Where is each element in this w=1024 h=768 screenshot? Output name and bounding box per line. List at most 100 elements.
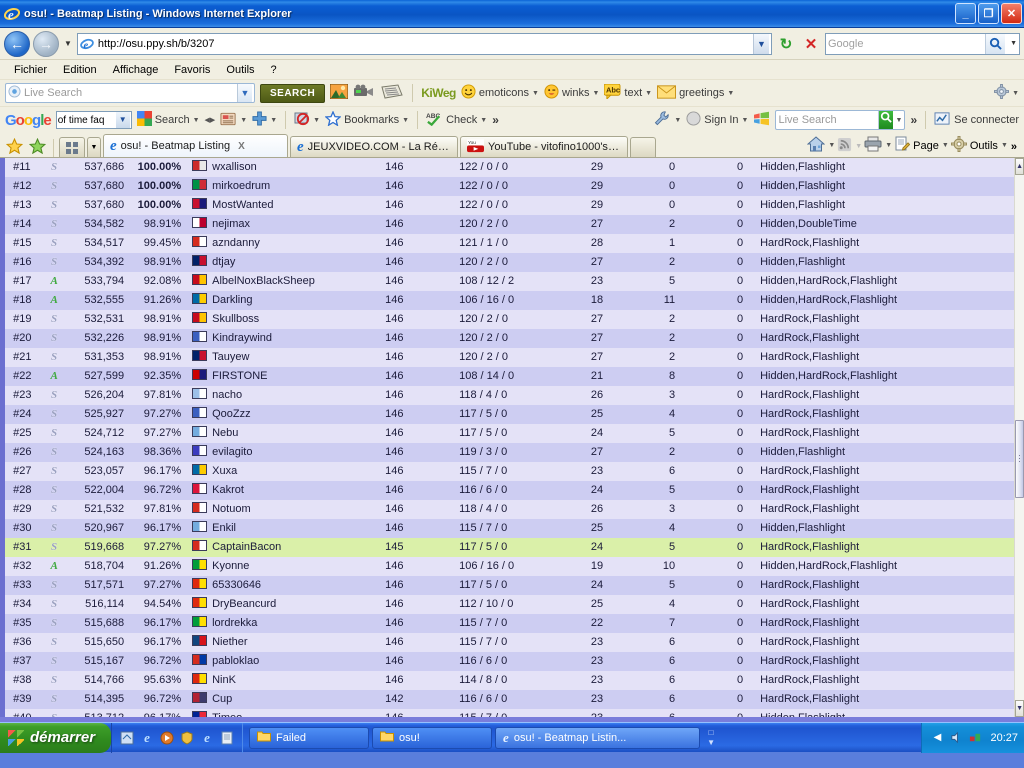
task-button-failed[interactable]: Failed bbox=[249, 726, 370, 749]
table-row[interactable]: #19 S 532,531 98.91% Skullboss 146 120 / 2 / 0… bbox=[5, 310, 1015, 329]
photo-button[interactable] bbox=[329, 83, 349, 102]
page-vertical-scrollbar[interactable]: ▲ ▼ bbox=[1014, 158, 1024, 717]
tools-menu-button[interactable]: Outils ▼ bbox=[950, 136, 1008, 157]
show-desktop-icon[interactable] bbox=[119, 730, 135, 746]
player-name-link[interactable]: Niether bbox=[212, 636, 247, 648]
taskbar-overflow-arrows[interactable]: □ ▼ bbox=[703, 728, 719, 748]
scroll-down-button[interactable]: ▼ bbox=[1015, 700, 1024, 717]
player-name-link[interactable]: CaptainBacon bbox=[212, 541, 281, 553]
minimize-button[interactable]: _ bbox=[955, 3, 976, 24]
scrollbar-track[interactable] bbox=[1015, 175, 1024, 700]
scroll-up-button[interactable]: ▲ bbox=[1015, 158, 1024, 175]
forward-button[interactable]: → bbox=[33, 30, 59, 57]
msn-tools-button[interactable]: ▼ bbox=[654, 111, 681, 129]
chevron-down-icon[interactable]: ▼ bbox=[592, 90, 599, 97]
table-row[interactable]: #39 S 514,395 96.72% Cup 142 116 / 6 / 0 23 6 0 Ha… bbox=[5, 690, 1015, 709]
player-name-link[interactable]: Kyonne bbox=[212, 560, 249, 572]
start-button[interactable]: démarrer bbox=[0, 722, 112, 753]
chevron-down-icon[interactable]: ▼ bbox=[270, 117, 277, 124]
google-bookmarks-button[interactable]: Bookmarks ▼ bbox=[324, 110, 409, 129]
menu-item-affichage[interactable]: Affichage bbox=[105, 63, 167, 77]
google-search-input[interactable]: of time faq ▼ bbox=[55, 111, 132, 129]
player-name-link[interactable]: AlbelNoxBlackSheep bbox=[212, 275, 315, 287]
player-name-link[interactable]: Tauyew bbox=[212, 351, 249, 363]
chevron-down-icon[interactable]: ▼ bbox=[674, 117, 681, 124]
back-button[interactable]: ← bbox=[4, 30, 30, 57]
chevron-down-icon[interactable]: ▼ bbox=[727, 90, 734, 97]
chevron-down-icon[interactable]: ▼ bbox=[828, 142, 835, 149]
tab-jeuxvideo[interactable]: e JEUXVIDEO.COM - La Référe... bbox=[290, 136, 458, 157]
table-row[interactable]: #28 S 522,004 96.72% Kakrot 146 116 / 6 / 0 24 5… bbox=[5, 481, 1015, 500]
table-row[interactable]: #32 A 518,704 91.26% Kyonne 146 106 / 16 / 0 19… bbox=[5, 557, 1015, 576]
print-button[interactable]: ▼ bbox=[864, 136, 892, 157]
notes-icon[interactable] bbox=[219, 730, 235, 746]
tab-osu-beatmap-listing[interactable]: e osu! - Beatmap Listing X bbox=[103, 134, 288, 157]
media-player-icon[interactable] bbox=[159, 730, 175, 746]
player-name-link[interactable]: dtjay bbox=[212, 256, 235, 268]
table-row[interactable]: #14 S 534,582 98.91% nejimax 146 120 / 2 / 0 27… bbox=[5, 215, 1015, 234]
ie-search-input[interactable]: Google ▼ bbox=[825, 32, 1020, 55]
close-icon[interactable]: X bbox=[238, 141, 245, 152]
emoticons-menu[interactable]: emoticons ▼ bbox=[461, 84, 539, 102]
table-row[interactable]: #20 S 532,226 98.91% Kindraywind 146 120 / 2 /… bbox=[5, 329, 1015, 348]
player-name-link[interactable]: Enkil bbox=[212, 522, 236, 534]
ie-icon[interactable]: e bbox=[139, 730, 155, 746]
arrow-left-icon[interactable]: ◀ bbox=[930, 731, 944, 745]
table-row[interactable]: #22 A 527,599 92.35% FIRSTONE 146 108 / 14 / 0… bbox=[5, 367, 1015, 386]
menu-item-fichier[interactable]: Fichier bbox=[6, 63, 55, 77]
player-name-link[interactable]: FIRSTONE bbox=[212, 370, 267, 382]
table-row[interactable]: #13 S 537,680 100.00% MostWanted 146 122 / 0 /… bbox=[5, 196, 1015, 215]
address-input[interactable]: e http://osu.ppy.sh/b/3207 ▼ bbox=[76, 32, 772, 55]
table-row[interactable]: #35 S 515,688 96.17% lordrekka 146 115 / 7 / 0… bbox=[5, 614, 1015, 633]
chevron-down-icon[interactable]: ▼ bbox=[896, 117, 903, 124]
table-row[interactable]: #21 S 531,353 98.91% Tauyew 146 120 / 2 / 0 27 2… bbox=[5, 348, 1015, 367]
table-row[interactable]: #24 S 525,927 97.27% QooZzz 146 117 / 5 / 0 25 4… bbox=[5, 405, 1015, 424]
windows-button[interactable] bbox=[753, 111, 770, 129]
taskbar-clock[interactable]: 20:27 bbox=[987, 732, 1018, 744]
table-row[interactable]: #25 S 524,712 97.27% Nebu 146 117 / 5 / 0 24 5 0 H… bbox=[5, 424, 1015, 443]
add-favorite-button[interactable] bbox=[27, 137, 48, 157]
table-row[interactable]: #33 S 517,571 97.27% 65330646 146 117 / 5 / 02… bbox=[5, 576, 1015, 595]
google-search-dropdown-icon[interactable]: ▼ bbox=[115, 112, 130, 128]
video-button[interactable] bbox=[353, 84, 375, 102]
google-plus-button[interactable]: ▼ bbox=[252, 111, 277, 129]
player-name-link[interactable]: nejimax bbox=[212, 218, 250, 230]
player-name-link[interactable]: azndanny bbox=[212, 237, 260, 249]
table-row[interactable]: #16 S 534,392 98.91% dtjay 146 120 / 2 / 0 27 2 0… bbox=[5, 253, 1015, 272]
player-name-link[interactable]: evilagito bbox=[212, 446, 252, 458]
spellcheck-button[interactable]: ABC Check ▼ bbox=[426, 111, 487, 129]
table-row[interactable]: #38 S 514,766 95.63% NinK 146 114 / 8 / 0 23 6 0 H… bbox=[5, 671, 1015, 690]
google-nav-arrows-icon[interactable]: ◀▶ bbox=[205, 116, 216, 124]
popup-blocker-button[interactable]: ▼ bbox=[294, 111, 320, 129]
chevron-down-icon[interactable]: ▼ bbox=[1001, 142, 1008, 149]
player-name-link[interactable]: pabloklao bbox=[212, 655, 259, 667]
player-name-link[interactable]: MostWanted bbox=[212, 199, 273, 211]
player-name-link[interactable]: DryBeancurd bbox=[212, 598, 276, 610]
player-name-link[interactable]: Darkling bbox=[212, 294, 252, 306]
chevron-down-icon[interactable]: ▼ bbox=[1012, 90, 1019, 97]
chevron-down-icon[interactable]: ▼ bbox=[645, 90, 652, 97]
chevron-down-icon[interactable]: ▼ bbox=[240, 117, 247, 124]
player-name-link[interactable]: QooZzz bbox=[212, 408, 251, 420]
table-row[interactable]: #29 S 521,532 97.81% Notuom 146 118 / 4 / 0 26 3… bbox=[5, 500, 1015, 519]
menu-item-edition[interactable]: Edition bbox=[55, 63, 105, 77]
close-button[interactable]: ✕ bbox=[1001, 3, 1022, 24]
rss-button[interactable]: ▼ bbox=[837, 137, 862, 157]
search-icon[interactable] bbox=[985, 33, 1006, 54]
search-button[interactable]: SEARCH bbox=[260, 83, 326, 103]
text-menu[interactable]: Abc text ▼ bbox=[603, 83, 652, 102]
table-row[interactable]: #11 S 537,686 100.00% wxallison 146 122 / 0 / … bbox=[5, 158, 1015, 177]
player-name-link[interactable]: 65330646 bbox=[212, 579, 261, 591]
player-name-link[interactable]: Cup bbox=[212, 693, 232, 705]
tabbar-overflow[interactable]: » bbox=[1010, 141, 1020, 157]
search-provider-dropdown-icon[interactable]: ▼ bbox=[1008, 40, 1017, 47]
news-button[interactable] bbox=[380, 84, 404, 102]
player-name-link[interactable]: lordrekka bbox=[212, 617, 257, 629]
restore-button[interactable]: ❐ bbox=[978, 3, 999, 24]
table-row[interactable]: #37 S 515,167 96.72% pabloklao 146 116 / 6 / 0… bbox=[5, 652, 1015, 671]
table-row[interactable]: #31 S 519,668 97.27% CaptainBacon 145 117 / 5 … bbox=[5, 538, 1015, 557]
table-row[interactable]: #23 S 526,204 97.81% nacho 146 118 / 4 / 0 26 3 0… bbox=[5, 386, 1015, 405]
player-name-link[interactable]: Nebu bbox=[212, 427, 238, 439]
page-menu-button[interactable]: Page ▼ bbox=[894, 136, 949, 157]
player-name-link[interactable]: Xuxa bbox=[212, 465, 237, 477]
